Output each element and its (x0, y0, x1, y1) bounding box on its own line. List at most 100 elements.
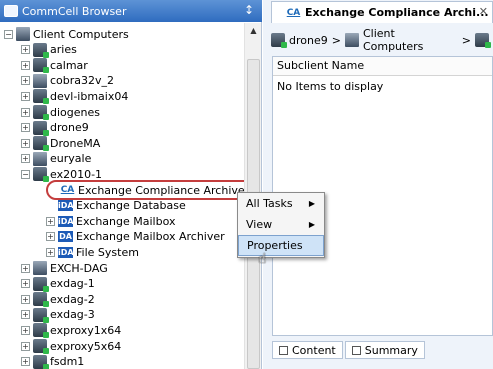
tree-item-label: exdag-3 (50, 308, 95, 322)
breadcrumb-item-drone9[interactable]: drone9 (289, 34, 328, 47)
tree-item-label: drone9 (50, 121, 89, 135)
expand-icon[interactable]: + (21, 76, 30, 86)
computer-icon (33, 323, 49, 339)
tree-item[interactable]: + DroneMA (21, 135, 100, 152)
computer-icon (33, 276, 49, 292)
tab-exchange-compliance-archiver[interactable]: CA Exchange Compliance Archi... ✕ (271, 1, 493, 23)
tree-item[interactable]: + fsdm1 (21, 354, 84, 369)
tree-item[interactable]: + iDA Exchange Mailbox (46, 213, 175, 229)
tree-item[interactable]: + EXCH-DAG (21, 260, 108, 276)
tree-item-label: ex2010-1 (50, 167, 103, 181)
agent-icon: iDA (58, 246, 74, 258)
expand-icon[interactable]: + (21, 263, 30, 273)
menu-item-label: Properties (247, 239, 303, 252)
commcell-browser-pane: CommCell Browser ↕ − Client Computers + ari… (0, 0, 262, 369)
summary-icon (351, 345, 361, 355)
expand-icon[interactable]: + (46, 216, 55, 226)
expand-icon[interactable]: + (21, 60, 30, 70)
bottom-tabs: Content Summary (272, 340, 493, 360)
menu-item-properties[interactable]: Properties (238, 235, 324, 256)
tree-item-label: exproxy5x64 (50, 339, 122, 353)
tree-item[interactable]: + exdag-1 (21, 276, 95, 292)
tab-summary-label: Summary (364, 343, 418, 357)
expand-icon[interactable]: + (21, 325, 30, 335)
collapse-icon[interactable]: − (21, 169, 30, 179)
breadcrumb-item-client-computers[interactable]: Client Computers (363, 27, 458, 53)
tree-item[interactable]: + calmar (21, 57, 88, 74)
close-icon[interactable]: ✕ (479, 5, 488, 18)
client-computer-icon (271, 33, 287, 48)
expand-icon[interactable]: + (21, 107, 30, 117)
tree-item[interactable]: + iDA File System (46, 244, 139, 260)
expand-icon[interactable]: + (21, 154, 30, 164)
tree-item-label: File System (76, 245, 139, 259)
tree-item[interactable]: + cobra32v_2 (21, 73, 114, 89)
expand-icon[interactable]: + (21, 279, 30, 289)
expand-icon[interactable]: + (46, 232, 55, 242)
menu-item-label: View (246, 218, 273, 231)
submenu-arrow-icon: ▶ (308, 199, 315, 208)
empty-message: No Items to display (277, 80, 384, 93)
tree-item[interactable]: + DA Exchange Mailbox Archiver (46, 229, 225, 245)
expand-icon[interactable]: + (21, 123, 30, 133)
pin-icon[interactable]: ↕ (244, 3, 254, 17)
tree-item-label: exdag-1 (50, 277, 95, 291)
context-menu: All Tasks ▶ View ▶ Properties (237, 192, 325, 258)
tree-item[interactable]: + aries (21, 42, 77, 58)
commcell-tree: − Client Computers + aries + calmar + cobra32v_… (0, 23, 244, 369)
tab-label: Exchange Compliance Archi... (305, 6, 489, 19)
menu-item-all-tasks[interactable]: All Tasks ▶ (238, 193, 324, 214)
expand-icon[interactable]: + (21, 45, 30, 55)
tree-item[interactable]: + drone9 (21, 120, 89, 136)
expand-icon[interactable]: + (21, 357, 30, 367)
computers-icon (16, 27, 30, 41)
server-icon (33, 151, 47, 166)
tab-content-label: Content (292, 343, 336, 357)
breadcrumb-separator: > (331, 33, 341, 47)
agent-icon: DA (58, 231, 73, 243)
tree-item[interactable]: + euryale (21, 151, 91, 167)
menu-item-label: All Tasks (246, 197, 293, 210)
agent-icon: iDA (58, 200, 74, 212)
computer-icon (33, 339, 49, 354)
tree-item[interactable]: + exdag-3 (21, 307, 95, 323)
expand-icon[interactable]: + (21, 310, 30, 320)
compliance-archiver-icon: CA (60, 185, 75, 195)
tree-item[interactable]: + exproxy1x64 (21, 322, 122, 339)
cluster-icon (33, 261, 47, 275)
content-icon (279, 345, 288, 355)
tree-item-label: Client Computers (33, 27, 129, 41)
pane-title: CommCell Browser (22, 4, 127, 18)
tree-item-label: aries (50, 43, 77, 57)
tree-item-label: exproxy1x64 (50, 323, 122, 337)
tree-item[interactable]: iDA Exchange Database (46, 198, 186, 214)
expand-icon[interactable]: + (21, 138, 30, 148)
computer-icon (33, 307, 49, 323)
tree-item[interactable]: − Client Computers (4, 26, 129, 42)
collapse-icon[interactable]: − (4, 29, 13, 39)
hand-cursor-icon: ☝ (258, 251, 267, 267)
expand-icon[interactable]: + (46, 247, 55, 257)
scroll-up-icon[interactable]: ▲ (245, 23, 262, 39)
tree-item-label: cobra32v_2 (50, 74, 115, 88)
computer-icon (33, 120, 49, 136)
tree-item[interactable]: + exdag-2 (21, 291, 95, 308)
computer-icon (33, 354, 49, 369)
tree-item[interactable]: + devl-ibmaix04 (21, 88, 128, 105)
pane-header: CommCell Browser ↕ (0, 0, 262, 22)
tree-item-label: Exchange Database (76, 199, 186, 213)
tree-item[interactable]: + diogenes (21, 104, 100, 120)
commcell-icon (4, 5, 18, 17)
expand-icon[interactable]: + (21, 91, 30, 101)
column-header-subclient-name[interactable]: Subclient Name (273, 57, 492, 76)
tab-content[interactable]: Content (272, 341, 343, 359)
tree-item-label: Exchange Mailbox (76, 214, 176, 228)
client-computers-icon (344, 33, 359, 47)
expand-icon[interactable]: + (21, 341, 30, 351)
tab-summary[interactable]: Summary (344, 341, 425, 359)
tree-item-label: diogenes (50, 105, 100, 119)
tree-item-label: EXCH-DAG (50, 261, 108, 275)
tree-item[interactable]: + exproxy5x64 (21, 338, 121, 354)
expand-icon[interactable]: + (21, 294, 30, 304)
menu-item-view[interactable]: View ▶ (238, 214, 324, 235)
